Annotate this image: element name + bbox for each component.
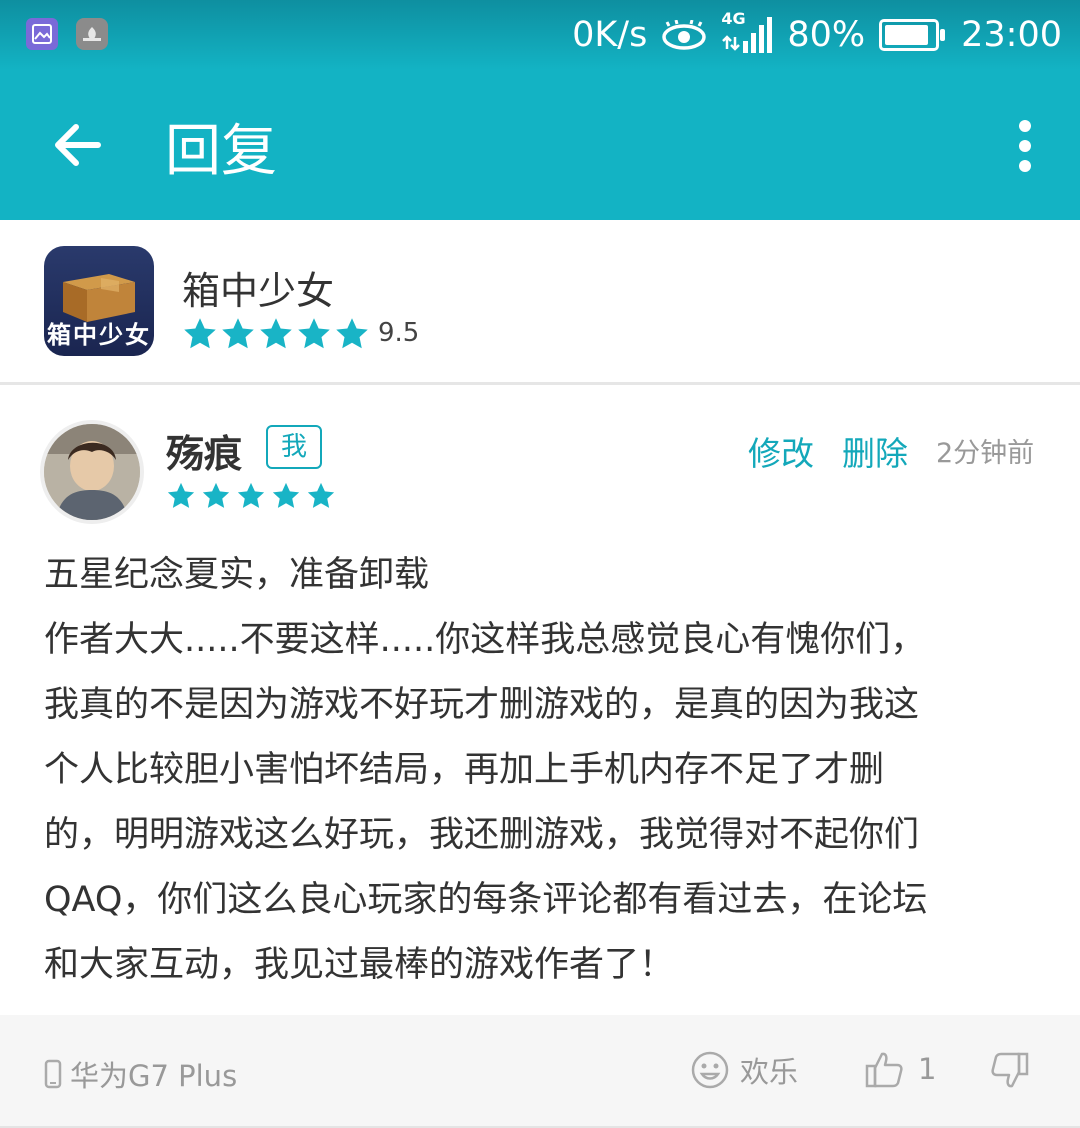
game-icon[interactable]: 箱中少女 — [44, 246, 154, 356]
device-name: 华为G7 Plus — [70, 1059, 238, 1093]
star-icon — [260, 318, 292, 349]
edit-button[interactable]: 修改 — [748, 427, 814, 475]
username[interactable]: 殇痕 — [166, 423, 242, 478]
star-icon — [237, 482, 265, 508]
review-line: 我真的不是因为游戏不好玩才删游戏的，是真的因为我这 — [44, 685, 920, 725]
battery-icon — [879, 19, 946, 51]
star-icon — [336, 318, 368, 349]
delete-button[interactable]: 删除 — [842, 427, 908, 475]
review-line: 的，明明游戏这么好玩，我还删游戏，我觉得对不起你们 — [44, 815, 920, 855]
eye-comfort-icon — [662, 20, 707, 50]
review-card: 殇痕 我 修改 删除 2分钟前 五星纪念夏实，准备卸载 作者大大.....不要这… — [0, 385, 1080, 1015]
review-footer: 华为G7 Plus 欢乐 1 — [0, 1015, 1080, 1128]
review-line: 和大家互动，我见过最棒的游戏作者了！ — [44, 945, 675, 985]
review-line: 个人比较胆小害怕坏结局，再加上手机内存不足了才删 — [44, 750, 885, 790]
me-badge: 我 — [266, 425, 322, 469]
star-icon — [307, 482, 335, 508]
emotion-label: 欢乐 — [740, 1055, 799, 1089]
thumbs-up-icon — [865, 1052, 903, 1088]
device-info: 华为G7 Plus — [44, 1053, 237, 1095]
star-icon — [272, 482, 300, 508]
network-speed: 0K/s — [572, 15, 648, 55]
game-score: 9.5 — [378, 318, 420, 348]
review-line: 五星纪念夏实，准备卸载 — [44, 555, 430, 595]
gallery-notification-icon — [26, 18, 58, 50]
star-icon — [167, 482, 195, 508]
page-title: 回复 — [165, 119, 277, 184]
game-rating-stars — [182, 316, 370, 352]
review-timestamp: 2分钟前 — [936, 438, 1035, 469]
smiley-icon — [691, 1051, 729, 1089]
status-bar: 0K/s 4G 80% 23:00 — [0, 0, 1080, 70]
like-count: 1 — [918, 1052, 937, 1086]
like-button[interactable]: 1 — [864, 1049, 936, 1089]
review-line: 作者大大.....不要这样.....你这样我总感觉良心有愧你们， — [44, 620, 926, 660]
phone-icon — [44, 1059, 62, 1089]
star-icon — [222, 318, 254, 349]
review-rating-stars — [166, 481, 336, 511]
app-bar: 回复 — [0, 70, 1080, 220]
battery-percent: 80% — [787, 15, 866, 55]
game-header[interactable]: 箱中少女 箱中少女 9.5 — [0, 220, 1080, 385]
avatar[interactable] — [40, 420, 144, 524]
signal-icon: 4G — [721, 9, 773, 55]
star-icon — [184, 318, 216, 349]
review-text: 五星纪念夏实，准备卸载 作者大大.....不要这样.....你这样我总感觉良心有… — [44, 543, 1034, 998]
star-icon — [202, 482, 230, 508]
more-options-icon[interactable] — [1010, 116, 1040, 176]
review-line: QAQ，你们这么良心玩家的每条评论都有看过去，在论坛 — [44, 880, 928, 920]
huawei-app-notification-icon — [76, 18, 108, 50]
clock: 23:00 — [961, 15, 1062, 55]
star-icon — [298, 318, 330, 349]
emotion-button[interactable]: 欢乐 — [690, 1049, 798, 1091]
game-icon-caption: 箱中少女 — [47, 321, 151, 349]
game-name[interactable]: 箱中少女 — [182, 260, 334, 315]
thumbs-down-icon[interactable] — [990, 1051, 1030, 1091]
back-arrow-icon[interactable] — [48, 115, 108, 175]
